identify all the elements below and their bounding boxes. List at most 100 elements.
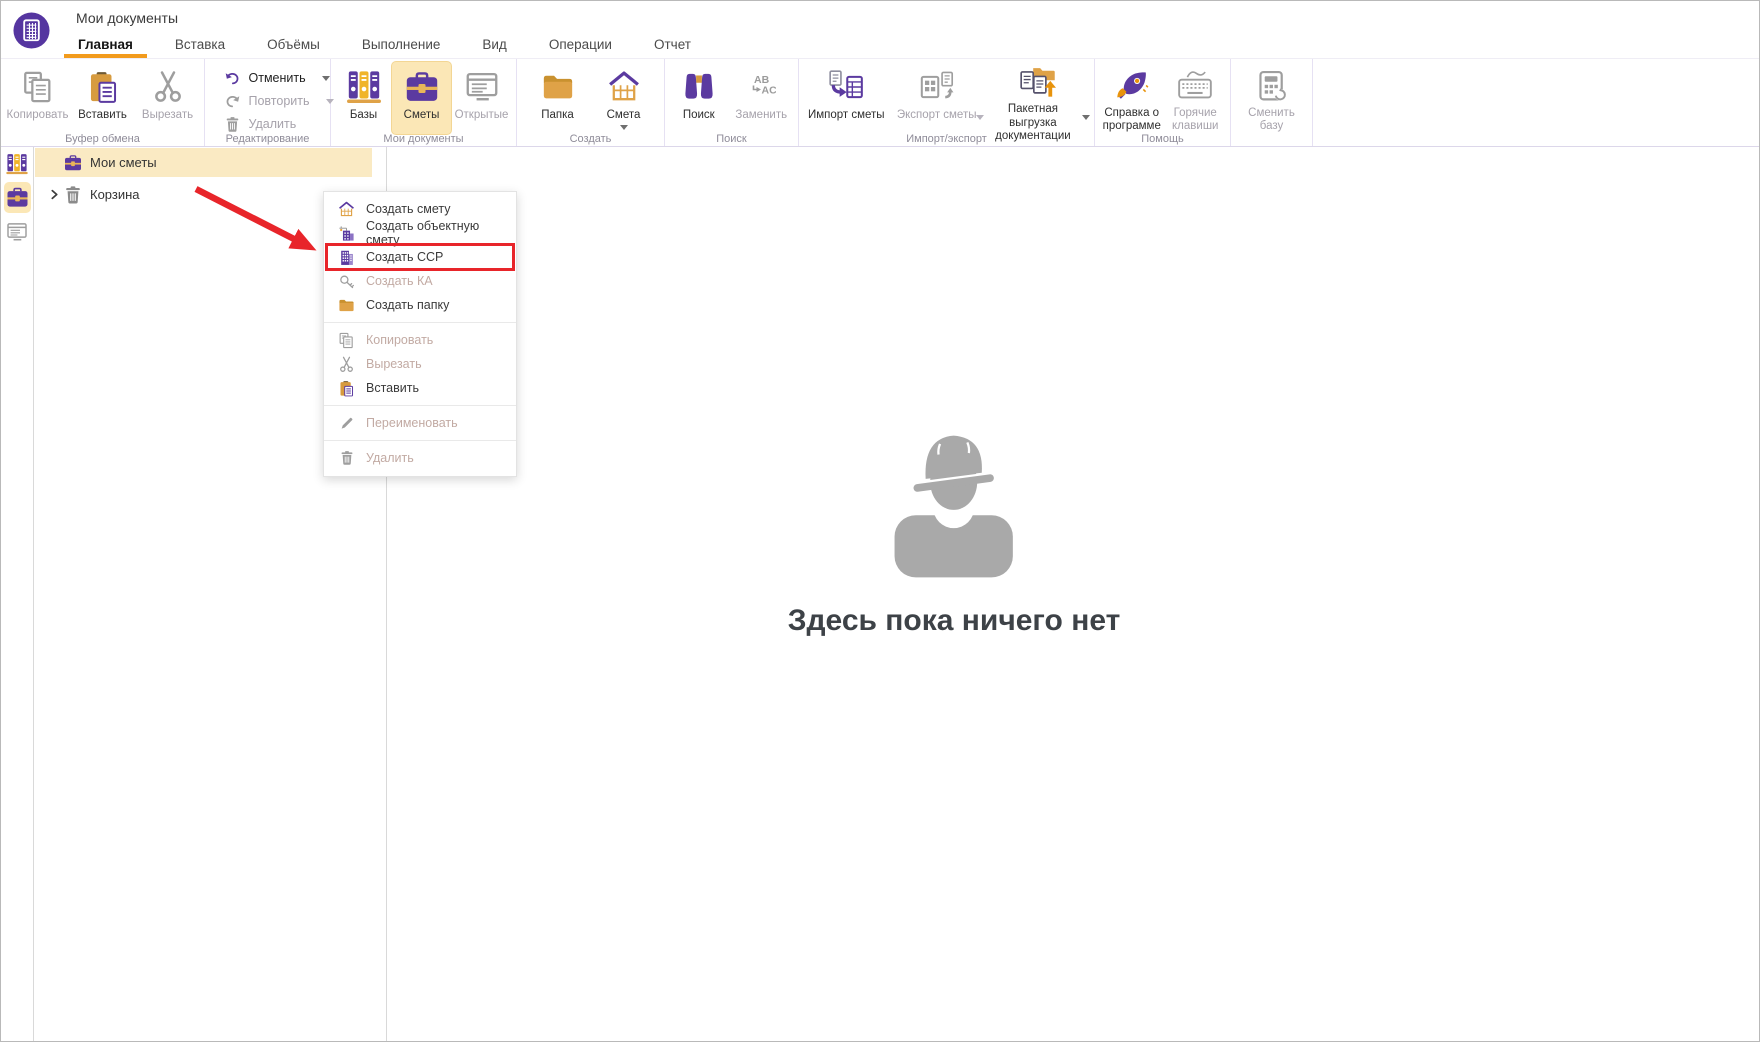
export-icon: [918, 68, 956, 106]
menu-separator: [324, 322, 516, 323]
left-sidebar: [1, 147, 34, 1041]
chevron-down-icon[interactable]: [975, 115, 984, 120]
create-folder-button[interactable]: Папка: [525, 62, 591, 134]
key-magnifier-icon: [338, 273, 355, 290]
copy-button[interactable]: Копировать: [5, 62, 70, 134]
bases-icon: [345, 68, 383, 106]
ribbon-group-editing: Отменить Повторить Удалить Редактировани…: [205, 59, 334, 146]
briefcase-icon: [5, 185, 30, 210]
menu-item-create-object-estimate[interactable]: Создать объектную смету: [324, 219, 516, 247]
menu-item-delete[interactable]: Удалить: [324, 446, 516, 470]
tab-glavnaya[interactable]: Главная: [57, 31, 154, 58]
chevron-down-icon[interactable]: [619, 124, 628, 130]
cut-button[interactable]: Вырезать: [135, 62, 200, 134]
scissors-icon: [338, 356, 355, 373]
menu-item-rename[interactable]: Переименовать: [324, 411, 516, 435]
ribbon: Копировать Вставить Вырезать Буфер обмен…: [1, 58, 1759, 147]
chevron-down-icon[interactable]: [321, 75, 330, 81]
app-logo-icon: [13, 12, 50, 49]
copy-icon: [338, 332, 355, 349]
menu-item-copy[interactable]: Копировать: [324, 328, 516, 352]
tree-item-my-estimates[interactable]: Мои сметы: [35, 148, 372, 177]
estimates-button[interactable]: Сметы: [392, 62, 452, 134]
sidebar-item-opened[interactable]: [4, 218, 31, 245]
building-icon: [338, 249, 355, 266]
group-label-my-documents: Мои документы: [383, 133, 464, 145]
import-estimate-button[interactable]: Импорт сметы: [803, 62, 890, 134]
binoculars-icon: [682, 70, 716, 104]
hotkeys-button[interactable]: Горячие клавиши: [1164, 62, 1226, 134]
change-database-button[interactable]: Сменить базу: [1237, 62, 1307, 134]
batch-export-icon: [1018, 65, 1056, 103]
ribbon-group-help: Справка о программе Горячие клавиши Помо…: [1095, 59, 1231, 146]
group-label-import-export: Импорт/экспорт: [906, 133, 987, 145]
paste-icon: [86, 70, 120, 104]
tab-obyomy[interactable]: Объёмы: [246, 31, 341, 58]
group-label-search: Поиск: [716, 133, 747, 145]
group-label-help: Помощь: [1141, 133, 1184, 145]
tab-vstavka[interactable]: Вставка: [154, 31, 246, 58]
bases-icon: [5, 152, 29, 176]
redo-icon: [224, 93, 241, 110]
ribbon-group-my-documents: Базы Сметы Открытые Мои документы: [331, 59, 517, 146]
sidebar-item-bases[interactable]: [4, 150, 31, 177]
redo-button[interactable]: Повторить: [224, 92, 334, 110]
menu-item-cut[interactable]: Вырезать: [324, 352, 516, 376]
svg-text:AC: AC: [762, 85, 777, 97]
search-button[interactable]: Поиск: [669, 62, 729, 134]
menu-item-paste[interactable]: Вставить: [324, 376, 516, 400]
trash-icon: [63, 185, 83, 205]
ribbon-tabbar: Главная Вставка Объёмы Выполнение Вид Оп…: [57, 31, 712, 58]
app-window: Мои документы Главная Вставка Объёмы Вып…: [0, 0, 1760, 1042]
opened-windows-icon: [5, 220, 29, 244]
tab-otchet[interactable]: Отчет: [633, 31, 712, 58]
undo-button[interactable]: Отменить: [224, 69, 330, 87]
menu-separator: [324, 440, 516, 441]
batch-export-button[interactable]: Пакетная выгрузка документации: [984, 62, 1091, 142]
undo-icon: [224, 70, 241, 87]
trash-icon: [339, 450, 355, 466]
opened-button[interactable]: Открытые: [451, 62, 512, 134]
context-menu: Создать смету Создать объектную смету Со…: [323, 191, 517, 477]
tab-operacii[interactable]: Операции: [528, 31, 633, 58]
briefcase-icon: [63, 153, 83, 173]
menu-item-create-folder[interactable]: Создать папку: [324, 293, 516, 317]
group-label-editing: Редактирование: [225, 133, 310, 145]
replace-button[interactable]: AB AC Заменить: [729, 62, 794, 134]
help-about-button[interactable]: Справка о программе: [1099, 62, 1164, 134]
menu-item-create-ssr[interactable]: Создать ССР: [324, 243, 516, 271]
empty-state-message: Здесь пока ничего нет: [787, 604, 1121, 637]
folder-icon: [541, 70, 575, 104]
ribbon-group-change-db: Сменить базу: [1231, 59, 1313, 146]
tab-vypolnenie[interactable]: Выполнение: [341, 31, 462, 58]
bases-button[interactable]: Базы: [335, 62, 392, 134]
window-title: Мои документы: [76, 10, 179, 26]
ribbon-group-clipboard: Копировать Вставить Вырезать Буфер обмен…: [1, 59, 205, 146]
sidebar-item-estimates[interactable]: [3, 182, 31, 213]
ribbon-group-search: Поиск AB AC Заменить Поиск: [665, 59, 799, 146]
ribbon-spacer: [1313, 59, 1759, 146]
tab-vid[interactable]: Вид: [461, 31, 527, 58]
paste-button[interactable]: Вставить: [70, 62, 135, 134]
menu-item-create-estimate[interactable]: Создать смету: [324, 197, 516, 221]
chevron-down-icon[interactable]: [1082, 115, 1091, 120]
group-label-create: Создать: [569, 133, 612, 145]
delete-button[interactable]: Удалить: [224, 115, 316, 133]
replace-icon: AB AC: [752, 74, 777, 97]
chevron-right-icon[interactable]: [49, 189, 60, 200]
create-estimate-button[interactable]: Смета: [591, 62, 657, 134]
house-icon: [607, 70, 641, 104]
ribbon-group-import-export: Импорт сметы Экспорт сметы Пакетная выгр…: [799, 59, 1095, 146]
scissors-icon: [151, 70, 185, 104]
import-icon: [827, 68, 865, 106]
menu-separator: [324, 405, 516, 406]
export-estimate-button[interactable]: Экспорт сметы: [890, 62, 984, 134]
menu-item-create-ka[interactable]: Создать КА: [324, 269, 516, 293]
copy-icon: [21, 70, 55, 104]
building-crane-icon: [338, 225, 355, 242]
house-icon: [338, 201, 355, 218]
ribbon-group-create: Папка Смета Создать: [517, 59, 665, 146]
worker-icon: [894, 435, 1014, 578]
group-label-clipboard: Буфер обмена: [65, 133, 140, 145]
pencil-icon: [339, 415, 355, 431]
